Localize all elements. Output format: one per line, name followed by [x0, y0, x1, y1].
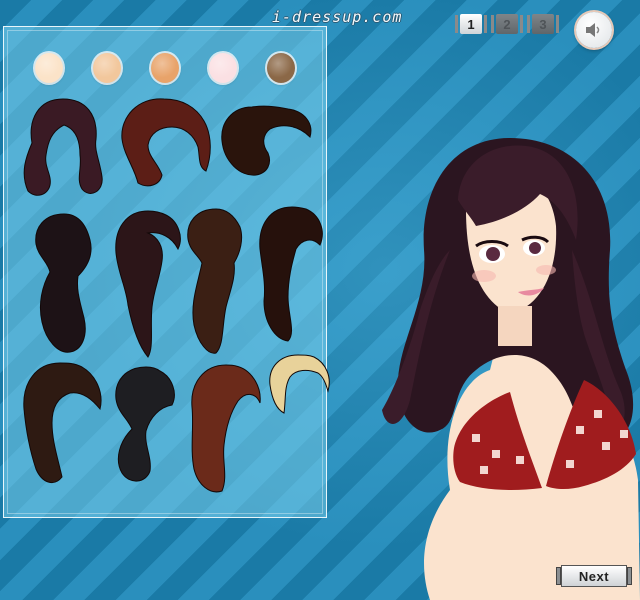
skin-swatch-4[interactable]	[209, 53, 237, 83]
hairstyle-5[interactable]	[108, 207, 188, 363]
hairstyle-1[interactable]	[18, 95, 108, 203]
skin-swatch-5[interactable]	[267, 53, 295, 83]
hairstyle-3[interactable]	[218, 103, 318, 181]
button-right-cap	[520, 15, 523, 33]
hairstyle-8[interactable]	[16, 359, 106, 489]
button-left-cap	[491, 15, 494, 33]
page-2-button[interactable]: 2	[491, 12, 523, 36]
page-selector: 1 2 3	[455, 12, 559, 36]
model-neck	[498, 306, 532, 346]
page-3-label: 3	[532, 14, 554, 34]
hairstyle-2[interactable]	[114, 95, 214, 191]
hairstyle-9[interactable]	[106, 363, 186, 487]
hairstyle-7[interactable]	[254, 205, 328, 345]
page-2-label: 2	[496, 14, 518, 34]
hairstyle-4[interactable]	[28, 212, 98, 358]
next-button[interactable]: Next	[556, 565, 632, 587]
model-cheek-left	[472, 270, 496, 282]
skin-swatch-2[interactable]	[93, 53, 121, 83]
page-1-button[interactable]: 1	[455, 12, 487, 36]
button-left-cap	[455, 15, 458, 33]
button-right-cap	[556, 15, 559, 33]
hairstyle-panel	[3, 26, 330, 518]
skin-swatch-1[interactable]	[35, 53, 63, 83]
hairstyle-6[interactable]	[182, 207, 248, 359]
skin-swatch-3[interactable]	[151, 53, 179, 83]
hairstyle-11[interactable]	[262, 351, 332, 417]
model-iris-left	[486, 247, 500, 261]
hairstyle-10[interactable]	[182, 361, 262, 497]
model-iris-right	[529, 242, 541, 254]
button-right-cap	[627, 567, 632, 585]
site-logo-text: i-dressup.com	[272, 8, 403, 26]
next-label: Next	[561, 565, 627, 587]
sound-toggle-button[interactable]	[576, 12, 612, 48]
page-1-label: 1	[460, 14, 482, 34]
model-cheek-right	[536, 265, 556, 275]
dress-up-model	[382, 138, 640, 600]
page-3-button[interactable]: 3	[527, 12, 559, 36]
button-right-cap	[484, 15, 487, 33]
speaker-icon	[586, 23, 600, 37]
button-left-cap	[527, 15, 530, 33]
